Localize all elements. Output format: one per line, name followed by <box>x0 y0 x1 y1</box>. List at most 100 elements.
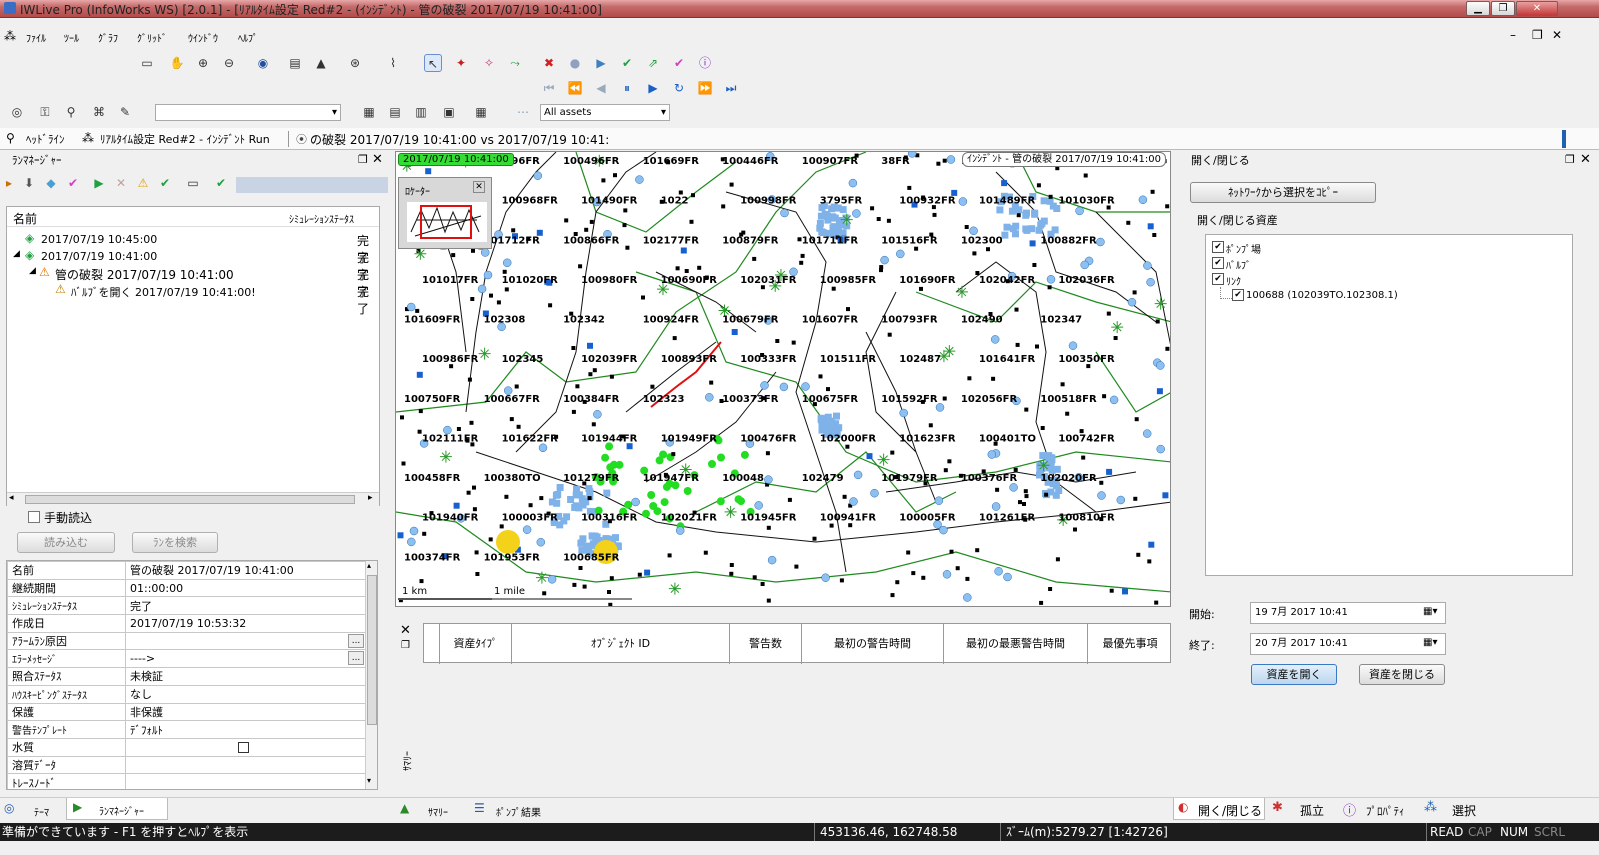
approve-icon[interactable]: ✔ <box>212 174 230 192</box>
menu-window[interactable]: ｳｲﾝﾄﾞｳ <box>188 30 218 45</box>
panel-close-icon[interactable]: ✕ <box>372 152 383 167</box>
manual-read-checkbox[interactable] <box>28 511 40 523</box>
property-value[interactable]: 非保護 <box>125 702 366 722</box>
edit-icon[interactable]: ✎ <box>116 103 134 121</box>
property-row[interactable]: 照合ｽﾃｰﾀｽ 未検証 <box>7 667 366 686</box>
check-pink-icon[interactable]: ✔ <box>670 54 688 72</box>
col-warning-count[interactable]: 警告数 <box>730 624 802 664</box>
maximize-icon[interactable]: ❐ <box>1491 1 1515 16</box>
property-row[interactable]: 継続期間 01::00:00 <box>7 578 366 598</box>
property-value[interactable]: 管の破裂 2017/07/19 10:41:00 <box>125 561 366 580</box>
tab-burst-compare[interactable]: の破裂 2017/07/19 10:41:00 vs 2017/07/19 10… <box>310 131 609 148</box>
run-play-icon[interactable]: ▶ <box>90 174 108 192</box>
monitor-icon[interactable]: ▭ <box>184 174 202 192</box>
col-object-id[interactable]: ｵﾌﾞｼﾞｪｸﾄ ID <box>512 624 730 664</box>
table-view-icon[interactable]: ▤ <box>386 103 404 121</box>
panel-close-icon[interactable]: ✕ <box>1580 152 1591 167</box>
map-view[interactable]: 101758FR101196FR100496FR101669FR100446FR… <box>395 151 1171 607</box>
scroll-thumb[interactable] <box>367 575 377 725</box>
tree-row[interactable]: ⚠ ﾊﾞﾙﾌﾞを開く 2017/07/19 10:41:00! 完了 <box>7 282 379 316</box>
property-row[interactable]: ﾄﾚｰｽﾉｰﾄﾞ <box>7 773 366 789</box>
property-value[interactable] <box>125 737 366 757</box>
open-assets-button[interactable]: 資産を開く <box>1251 664 1337 685</box>
target-icon[interactable]: ⊛ <box>346 54 364 72</box>
property-row[interactable]: ｴﾗｰﾒｯｾｰｼﾞ ---->... <box>7 649 366 669</box>
results-close-icon[interactable]: ✕ <box>400 623 411 638</box>
select-pink-icon[interactable]: ✧ <box>480 54 498 72</box>
grid-view-icon[interactable]: ▦ <box>360 103 378 121</box>
property-row[interactable]: 水質 <box>7 737 366 757</box>
key-icon[interactable]: ⚿ <box>36 103 54 121</box>
download-icon[interactable]: ⬇ <box>20 174 38 192</box>
tab-summary[interactable]: ｻﾏﾘｰ <box>428 804 448 819</box>
pause-icon[interactable]: ⏸ <box>618 79 636 97</box>
scroll-thumb[interactable] <box>25 495 355 504</box>
water-quality-checkbox[interactable] <box>238 741 249 753</box>
scroll-right-icon[interactable]: ▸ <box>368 493 373 503</box>
expand-arrow-icon[interactable]: ◢ <box>29 266 36 276</box>
zoom-in-icon[interactable]: ⊕ <box>194 54 212 72</box>
export-icon[interactable]: ⇗ <box>644 54 662 72</box>
property-value[interactable]: ... <box>125 631 366 651</box>
warning-icon[interactable]: ⚠ <box>134 174 152 192</box>
info-icon[interactable]: ⓘ <box>696 54 714 72</box>
col-first-warning-time[interactable]: 最初の警告時間 <box>802 624 944 664</box>
tab-realtime-run[interactable]: ﾘｱﾙﾀｲﾑ設定 Red#2 - ｲﾝｼﾃﾞﾝﾄ Run <box>100 131 270 147</box>
select-red-icon[interactable]: ✦ <box>452 54 470 72</box>
property-row[interactable]: 警告ﾃﾝﾌﾟﾚｰﾄ ﾃﾞﾌｫﾙﾄ <box>7 720 366 739</box>
end-calendar-icon[interactable]: ▦▾ <box>1423 637 1437 648</box>
tree-row[interactable]: ◈ 2017/07/19 10:45:00 完了 <box>7 231 379 265</box>
tree-hscrollbar[interactable]: ◂ ▸ <box>7 492 379 506</box>
ellipsis-button[interactable]: ... <box>348 651 364 666</box>
minimize-icon[interactable]: ▁ <box>1466 1 1490 16</box>
pan-hand-icon[interactable]: ✋ <box>168 54 186 72</box>
tab-isolate[interactable]: 孤立 <box>1300 802 1324 819</box>
tree-item-link-asset[interactable]: ✔ 100688 (102039TO.102308.1) <box>1232 289 1432 303</box>
zoom-out-icon[interactable]: ⊖ <box>220 54 238 72</box>
layers-icon[interactable]: ◆ <box>42 174 60 192</box>
app-menu-icon[interactable]: ⁂ <box>4 29 16 43</box>
copy-selection-button[interactable]: ﾈｯﾄﾜｰｸから選択をｺﾋﾟｰ <box>1190 182 1376 203</box>
checkbox-link[interactable]: ✔ <box>1212 273 1224 285</box>
checkbox-link-asset[interactable]: ✔ <box>1232 289 1244 301</box>
property-row[interactable]: ｼﾐｭﾚｰｼｮﾝｽﾃｰﾀｽ 完了 <box>7 596 366 616</box>
col-top-priority[interactable]: 最優先事項 <box>1088 624 1172 664</box>
start-calendar-icon[interactable]: ▦▾ <box>1423 606 1437 617</box>
check-icon[interactable]: ✔ <box>618 54 636 72</box>
expand-arrow-icon[interactable]: ◢ <box>13 249 20 259</box>
tab-theme[interactable]: ﾃｰﾏ <box>34 804 49 819</box>
tab-open-close-active[interactable]: ◐ 開く/閉じる <box>1173 798 1265 820</box>
locator-window[interactable]: ﾛｹｰﾀｰ ✕ <box>398 177 492 249</box>
play-box-icon[interactable]: ▶ <box>592 54 610 72</box>
cancel-icon[interactable]: ✕ <box>112 174 130 192</box>
fast-forward-icon[interactable]: ⏩ <box>696 79 714 97</box>
checkbox-valve[interactable]: ✔ <box>1212 257 1224 269</box>
property-row[interactable]: 保護 非保護 <box>7 702 366 722</box>
north-arrow-icon[interactable]: ▲ <box>312 54 330 72</box>
col-name[interactable]: 名前 <box>13 210 37 227</box>
panel-float-icon[interactable]: ❐ <box>358 153 368 166</box>
select-pointer-icon[interactable]: ↖ <box>424 54 442 72</box>
tab-properties[interactable]: ﾌﾟﾛﾊﾟﾃｨ <box>1366 803 1405 819</box>
property-row[interactable]: 名前 管の破裂 2017/07/19 10:41:00 <box>7 561 366 580</box>
scroll-down-icon[interactable]: ▾ <box>367 776 371 785</box>
network-map[interactable]: 101758FR101196FR100496FR101669FR100446FR… <box>396 152 1171 607</box>
col-status[interactable]: ｼﾐｭﾚｰｼｮﾝｽﾃｰﾀｽ <box>289 211 354 226</box>
tab-selection[interactable]: 選択 <box>1452 802 1476 819</box>
play-icon[interactable]: ▶ <box>644 79 662 97</box>
property-value[interactable]: 2017/07/19 10:53:32 <box>125 614 366 633</box>
property-value[interactable]: 完了 <box>125 596 366 616</box>
property-row[interactable]: 溶質ﾃﾞｰﾀ <box>7 755 366 775</box>
property-value[interactable]: 未検証 <box>125 667 366 686</box>
scroll-up-icon[interactable]: ▴ <box>367 561 371 570</box>
mdi-minimize-icon[interactable]: – <box>1510 28 1516 42</box>
graph-icon[interactable]: ⌘ <box>90 103 108 121</box>
property-value[interactable]: なし <box>125 684 366 704</box>
search-run-button[interactable]: ﾗﾝを検索 <box>132 532 218 553</box>
ellipsis-button[interactable]: ... <box>348 633 364 648</box>
close-assets-button[interactable]: 資産を閉じる <box>1359 664 1445 685</box>
go-end-icon[interactable]: ⏭ <box>722 79 740 97</box>
property-value[interactable] <box>125 773 366 789</box>
results-float-icon[interactable]: ❐ <box>401 640 410 651</box>
panel-float-icon[interactable]: ❐ <box>1565 153 1575 166</box>
